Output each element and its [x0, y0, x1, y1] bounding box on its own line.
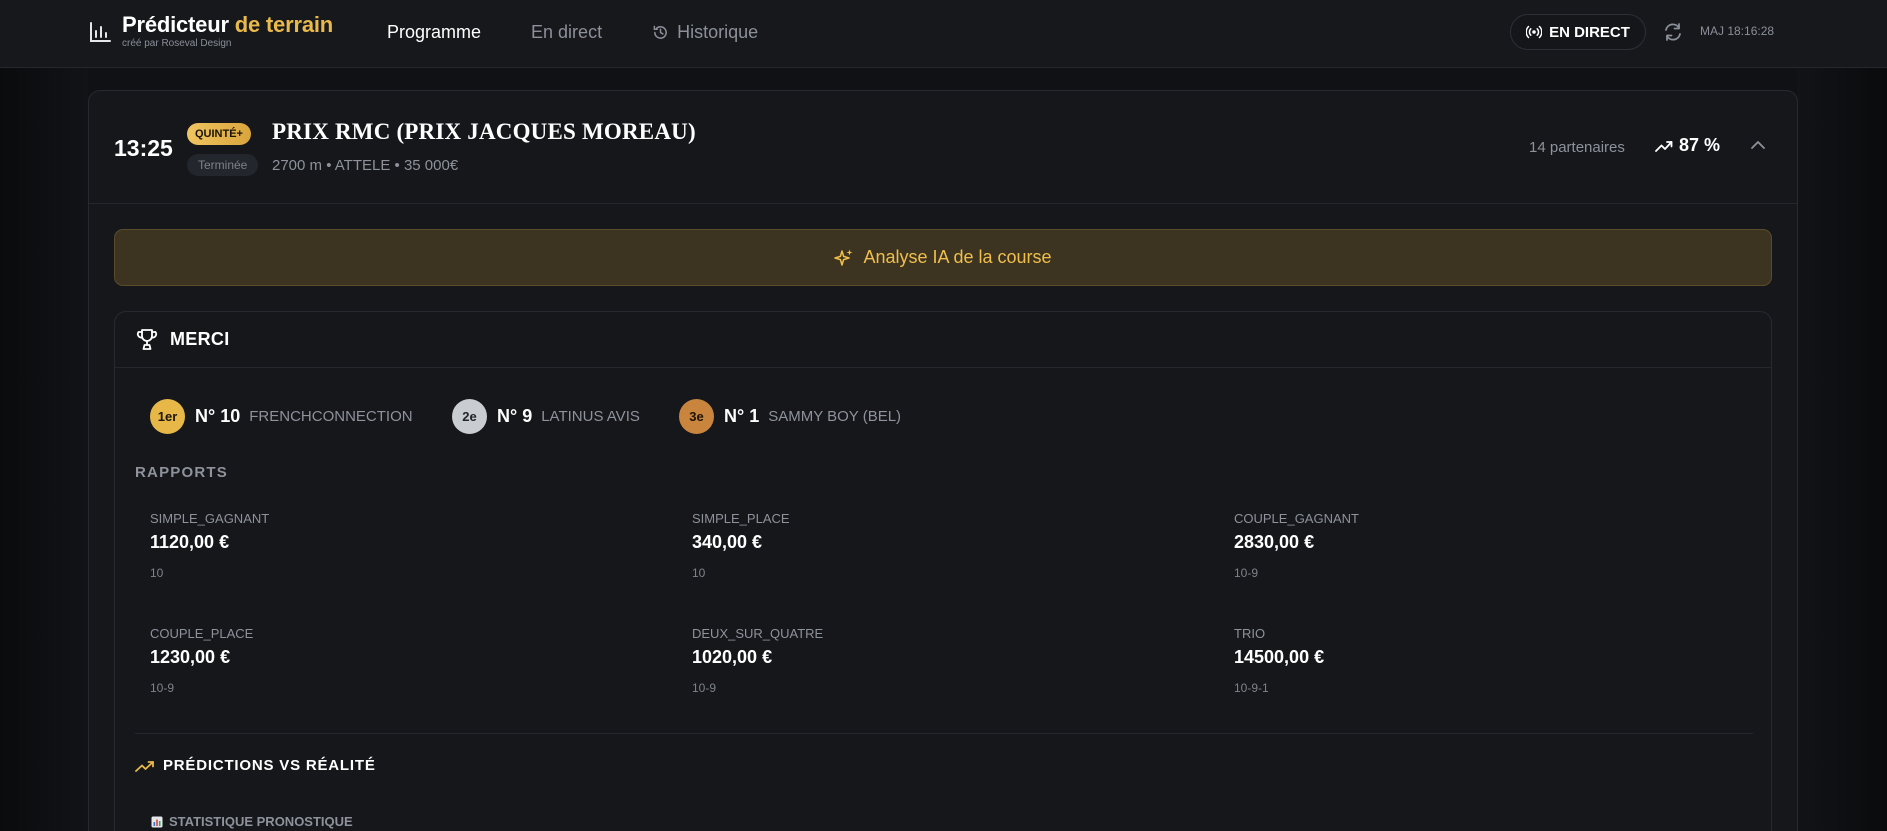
rapport-label: DEUX_SUR_QUATRE [692, 626, 824, 641]
brand[interactable]: Prédicteur de terrain créé par Roseval D… [88, 12, 333, 49]
trophy-icon [136, 329, 158, 350]
podium-first: 1er N° 10 FRENCHCONNECTION [150, 399, 413, 434]
history-icon [653, 25, 667, 39]
rapport-value: 1020,00 € [692, 647, 773, 667]
stat-section-title: STATISTIQUE PRONOSTIQUE [151, 814, 353, 829]
predictions-section-title: PRÉDICTIONS VS RÉALITÉ [135, 757, 376, 774]
rapport-combination: 10-9 [692, 681, 717, 695]
nav-en-direct[interactable]: En direct [531, 22, 602, 43]
rapport-combination: 10-9 [150, 681, 175, 695]
result-title: MERCI [170, 329, 230, 349]
podium-second: 2e N° 9 LATINUS AVIS [452, 399, 640, 434]
race-time: 13:25 [114, 135, 173, 161]
section-divider [135, 733, 1753, 734]
bar-chart-icon [90, 22, 111, 42]
race-meta: 2700 m • ATTELE • 35 000€ [272, 157, 459, 174]
quinte-badge: QUINTÉ+ [187, 123, 251, 145]
rank-badge-second: 2e [452, 399, 487, 434]
broadcast-icon [1526, 25, 1543, 39]
nav-historique-label: Historique [677, 21, 759, 42]
rapport-label: COUPLE_PLACE [150, 626, 254, 641]
rapport-label: COUPLE_GAGNANT [1234, 511, 1359, 526]
background-left [0, 68, 88, 831]
rapport-value: 2830,00 € [1234, 532, 1315, 552]
rapports-title: RAPPORTS [135, 464, 228, 481]
horse-name: SAMMY BOY (BEL) [768, 408, 902, 425]
stat-title-label: STATISTIQUE PRONOSTIQUE [169, 814, 353, 829]
result-panel: MERCI 1er N° 10 FRENCHCONNECTION 2e N° 9… [114, 311, 1772, 831]
horse-number: N° 9 [497, 406, 533, 426]
horse-name: FRENCHCONNECTION [249, 408, 413, 425]
horse-number: N° 1 [724, 406, 760, 426]
rapport-item: SIMPLE_PLACE 340,00 € 10 [692, 511, 1092, 580]
rapport-combination: 10 [150, 566, 164, 580]
live-button[interactable]: EN DIRECT [1510, 14, 1646, 50]
sparkles-icon [834, 249, 853, 266]
rapport-item: COUPLE_PLACE 1230,00 € 10-9 [150, 626, 550, 695]
podium-third: 3e N° 1 SAMMY BOY (BEL) [679, 399, 901, 434]
nav-historique[interactable]: Historique [652, 22, 758, 43]
rank-badge-third: 3e [679, 399, 714, 434]
confidence-value: 87 % [1679, 135, 1721, 155]
rapport-combination: 10-9 [1234, 566, 1259, 580]
rapport-label: TRIO [1234, 626, 1266, 641]
background-right [1797, 68, 1887, 831]
rapport-combination: 10 [692, 566, 706, 580]
trending-up-icon [135, 760, 154, 772]
rapport-item: DEUX_SUR_QUATRE 1020,00 € 10-9 [692, 626, 1092, 695]
rapport-value: 14500,00 € [1234, 647, 1325, 667]
predictions-title-label: PRÉDICTIONS VS RÉALITÉ [163, 757, 376, 774]
rapport-value: 1120,00 € [150, 532, 230, 552]
rapport-label: SIMPLE_GAGNANT [150, 511, 270, 526]
status-badge: Terminée [187, 154, 259, 176]
chart-emoji-icon [151, 816, 163, 827]
brand-title: Prédicteur de terrain [122, 12, 334, 37]
nav-programme[interactable]: Programme [387, 22, 481, 43]
top-bar: Prédicteur de terrain créé par Roseval D… [0, 0, 1887, 68]
horse-number: N° 10 [195, 406, 241, 426]
rank-badge-first: 1er [150, 399, 185, 434]
rapport-item: TRIO 14500,00 € 10-9-1 [1234, 626, 1634, 695]
rapport-value: 340,00 € [692, 532, 763, 552]
rapport-value: 1230,00 € [150, 647, 231, 667]
live-label: EN DIRECT [1549, 23, 1630, 41]
race-header[interactable]: 13:25 QUINTÉ+ PRIX RMC (PRIX JACQUES MOR… [89, 91, 1797, 204]
horse-name: LATINUS AVIS [541, 408, 640, 425]
rapport-item: SIMPLE_GAGNANT 1120,00 € 10 [150, 511, 550, 580]
race-card: 13:25 QUINTÉ+ PRIX RMC (PRIX JACQUES MOR… [88, 90, 1798, 831]
rapport-item: COUPLE_GAGNANT 2830,00 € 10-9 [1234, 511, 1634, 580]
ai-analysis-button[interactable]: Analyse IA de la course [114, 229, 1772, 286]
brand-subtitle: créé par Roseval Design [122, 38, 232, 49]
confidence-score: 87 % [1655, 135, 1720, 156]
trending-up-icon [1655, 140, 1673, 152]
main-nav: Programme En direct Historique [387, 0, 808, 64]
race-title: PRIX RMC (PRIX JACQUES MOREAU) [272, 119, 696, 144]
result-header: MERCI [115, 312, 1771, 368]
rapport-combination: 10-9-1 [1234, 681, 1269, 695]
partners-count: 14 partenaires [1529, 139, 1625, 156]
refresh-icon[interactable] [1662, 21, 1684, 43]
last-update: MAJ 18:16:28 [1700, 24, 1775, 38]
chevron-up-icon[interactable] [1749, 136, 1767, 154]
ai-analysis-label: Analyse IA de la course [863, 247, 1052, 267]
rapport-label: SIMPLE_PLACE [692, 511, 790, 526]
